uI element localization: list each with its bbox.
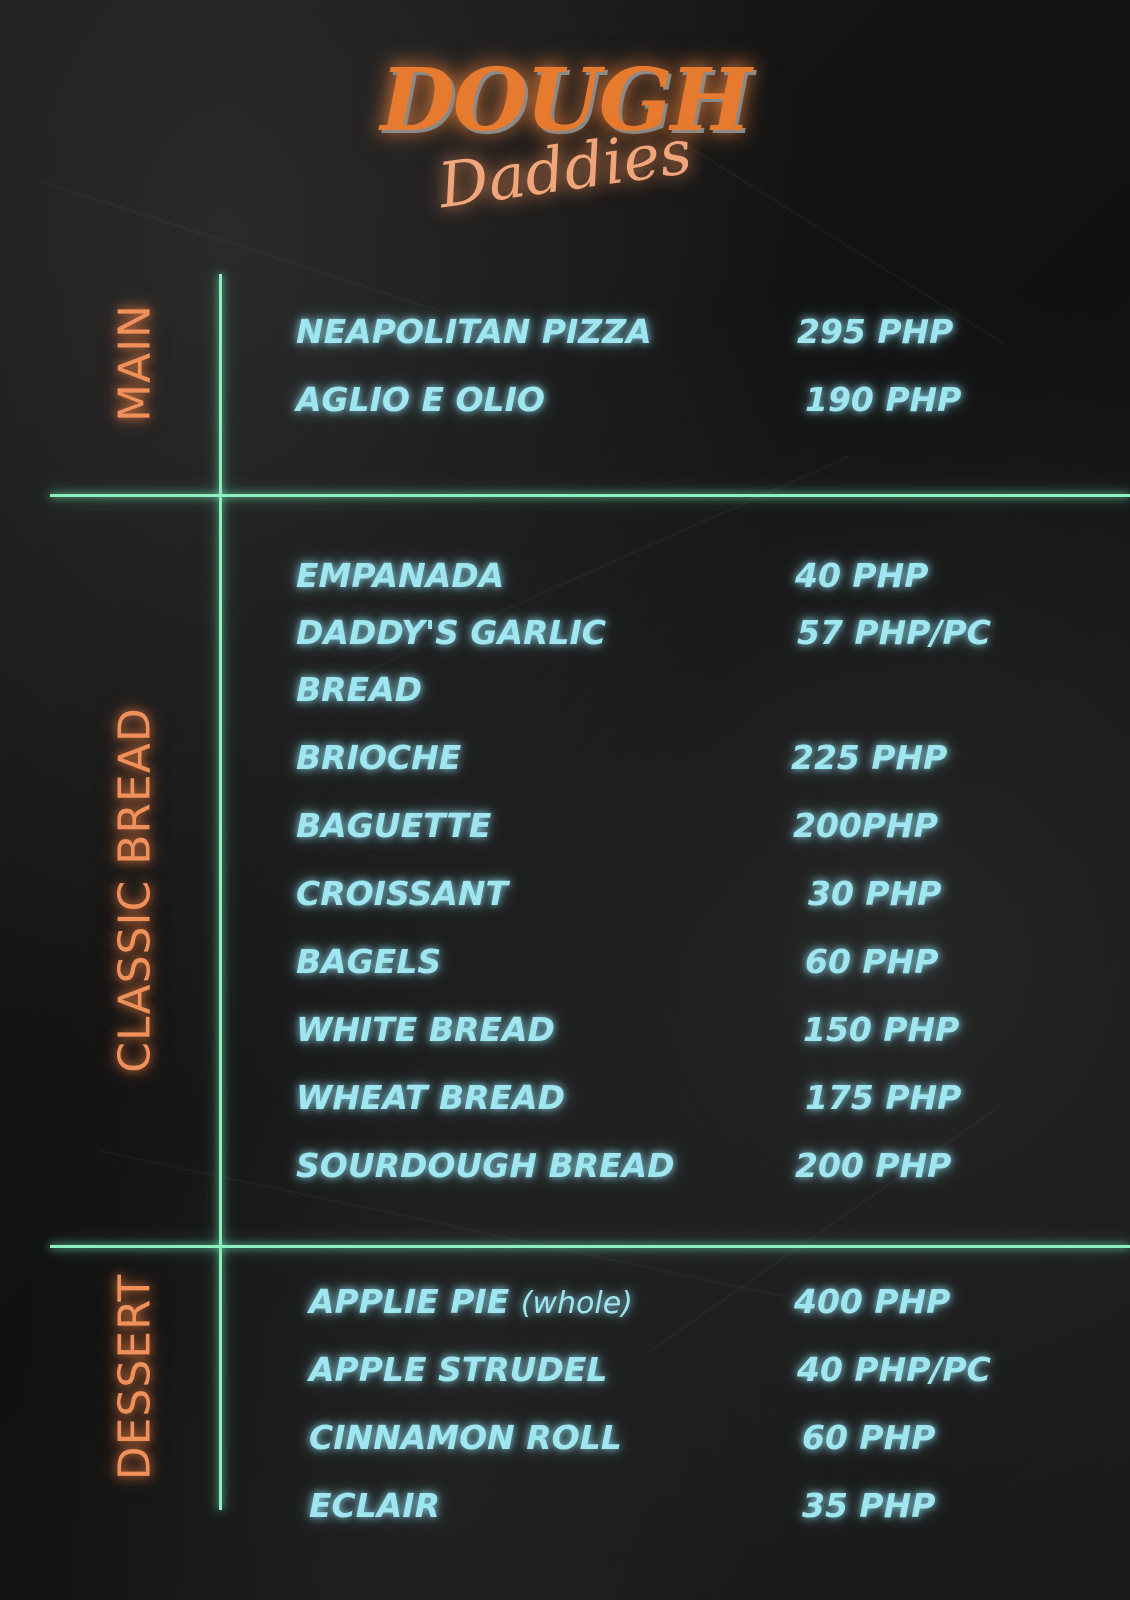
vertical-divider <box>219 274 222 1510</box>
item-name: SOURDOUGH BREAD <box>296 1146 675 1185</box>
item-price: 175 PHP <box>805 1078 962 1117</box>
item-price: 60 PHP <box>805 942 939 981</box>
section-divider-main-bread <box>50 494 1130 497</box>
item-price: 40 PHP <box>795 556 929 595</box>
item-name: APPLIE PIE <box>309 1282 510 1321</box>
item-name: ECLAIR <box>309 1486 441 1525</box>
item-price: 30 PHP <box>808 874 942 913</box>
section-label-main: MAIN <box>109 304 161 422</box>
item-price: 200PHP <box>793 806 938 845</box>
item-name: WHITE BREAD <box>296 1010 555 1049</box>
item-name: CINNAMON ROLL <box>309 1418 622 1457</box>
item-name: BRIOCHE <box>296 738 462 777</box>
item-name: NEAPOLITAN PIZZA <box>296 312 652 351</box>
section-divider-bread-dessert <box>50 1245 1130 1248</box>
item-price: 35 PHP <box>802 1486 936 1525</box>
item-price: 400 PHP <box>794 1282 951 1321</box>
item-name: BREAD <box>296 670 423 709</box>
item-name: AGLIO E OLIO <box>296 380 545 419</box>
item-name: BAGUETTE <box>296 806 492 845</box>
item-name: WHEAT BREAD <box>296 1078 565 1117</box>
item-price: 225 PHP <box>791 738 948 777</box>
item-name: EMPANADA <box>296 556 505 595</box>
item-name: APPLE STRUDEL <box>309 1350 608 1389</box>
section-label-dessert: DESSERT <box>109 1273 161 1481</box>
item-price: 57 PHP/PC <box>797 613 991 652</box>
brand-logo: DOUGH Daddies <box>0 50 1130 240</box>
section-label-classic-bread: CLASSIC BREAD <box>109 707 161 1073</box>
item-name: DADDY'S GARLIC <box>296 613 606 652</box>
item-price: 295 PHP <box>797 312 954 351</box>
item-price: 60 PHP <box>802 1418 936 1457</box>
item-name-wrapper: APPLIE PIE (whole) <box>309 1282 633 1324</box>
item-price: 150 PHP <box>803 1010 960 1049</box>
item-name: BAGELS <box>296 942 442 981</box>
item-price: 190 PHP <box>805 380 962 419</box>
item-price: 200 PHP <box>795 1146 952 1185</box>
item-name: CROISSANT <box>296 874 508 913</box>
item-price: 40 PHP/PC <box>797 1350 991 1389</box>
item-note: (whole) <box>520 1286 633 1321</box>
